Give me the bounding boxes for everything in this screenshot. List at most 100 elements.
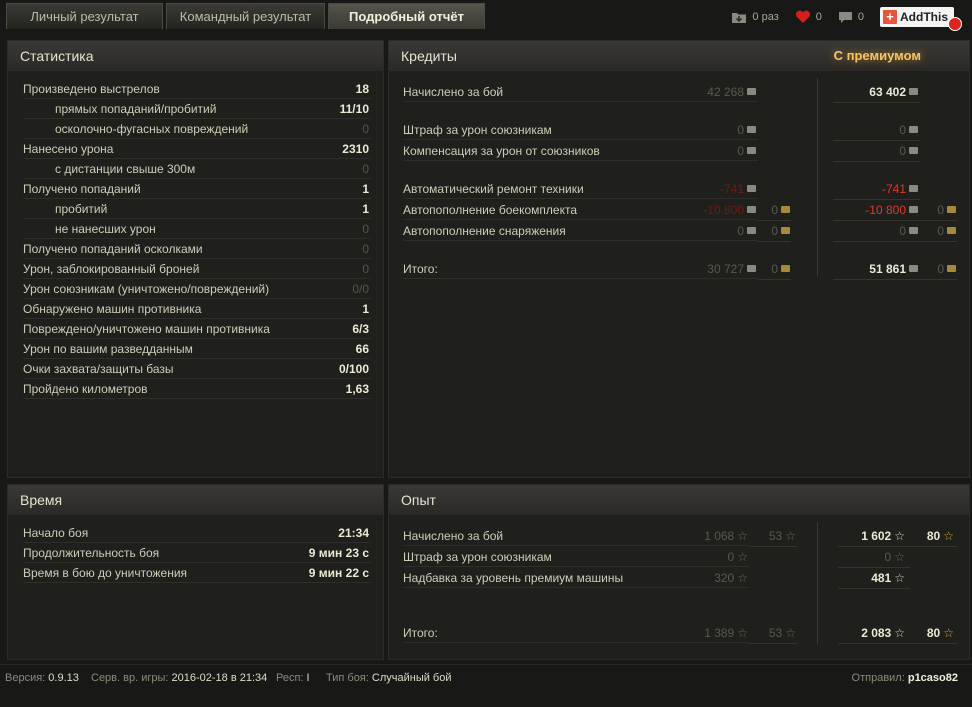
gold-amount: 0 [771, 262, 778, 276]
comment-icon [838, 11, 852, 23]
credit-premium-amount: 63 402 [869, 85, 906, 99]
stat-label: Урон, заблокированный броней [23, 262, 200, 276]
credit-icon [747, 88, 756, 95]
credit-label: Начислено за бой [403, 85, 504, 99]
gold-amount: 0 [937, 224, 944, 238]
xp-premium-free: 80 ☆ [900, 626, 954, 640]
credit-base-amount: -741 [719, 182, 744, 196]
sender-value[interactable]: p1caso82 [908, 672, 958, 684]
tab-detailed-report[interactable]: Подробный отчёт [328, 3, 485, 29]
addthis-button[interactable]: + AddThis [880, 7, 962, 31]
credit-base-gold: 0 [740, 224, 790, 238]
credit-premium-value: 0 [800, 144, 918, 158]
credit-base-value: 42 268 [640, 85, 756, 99]
like-counter[interactable]: 0 [795, 10, 822, 24]
stat-label: Нанесено урона [23, 142, 114, 156]
credit-row-line [833, 102, 920, 103]
credit-row-line [758, 279, 791, 280]
xp-label: Начислено за бой [403, 529, 504, 543]
xp-premium-value: 2 083 ☆ [800, 626, 905, 640]
xp-row-line [838, 567, 910, 568]
folder-icon [732, 12, 747, 23]
credit-premium-gold: 0 [906, 262, 956, 276]
xp-premium-value: 481 ☆ [800, 571, 905, 585]
stat-row: с дистанции свыше 300м 0 [23, 160, 371, 179]
credit-premium-gold: 0 [906, 224, 956, 238]
battle-type-value: Случайный бой [371, 672, 452, 684]
xp-base-amount: 1 068 [704, 529, 735, 543]
stat-label: Произведено выстрелов [23, 82, 160, 96]
stat-value: 0/100 [338, 362, 369, 376]
xp-row-line [910, 643, 957, 644]
credit-base-amount: -10 800 [703, 203, 744, 217]
credit-base-value: -10 800 [640, 203, 756, 217]
heart-icon [795, 10, 810, 23]
xp-premium-value: 1 602 ☆ [800, 529, 905, 543]
stat-value: 0/0 [352, 282, 369, 296]
credit-premium-gold: 0 [906, 203, 956, 217]
credit-icon [909, 147, 918, 154]
credit-row-line [833, 140, 920, 141]
credit-row-line [833, 199, 920, 200]
credit-premium-amount: 0 [899, 224, 906, 238]
credit-row-line [833, 279, 922, 280]
credit-icon [747, 185, 756, 192]
stat-value: 1,63 [345, 382, 369, 396]
credit-premium-value: 51 861 [800, 262, 918, 276]
free-xp-amount: 53 [768, 529, 783, 543]
stat-value: 0 [362, 222, 369, 236]
tab-personal-result[interactable]: Личный результат [6, 3, 163, 29]
download-counter[interactable]: 0 раз [731, 11, 779, 24]
credit-row-line [758, 241, 791, 242]
credit-premium-amount: 0 [899, 123, 906, 137]
credits-title: Кредиты [401, 48, 457, 64]
credit-row-line [922, 241, 957, 242]
gold-icon [781, 206, 790, 213]
credit-premium-value: 0 [800, 123, 918, 137]
stat-row: не нанесших урон 0 [23, 220, 371, 239]
credit-base-value: -741 [640, 182, 756, 196]
stat-label: Получено попаданий осколками [23, 242, 203, 256]
stat-row: Урон по вашим разведданным 66 [23, 340, 371, 359]
stat-row: Очки захвата/защиты базы 0/100 [23, 360, 371, 379]
xp-row-line [749, 546, 797, 547]
free-xp-amount: 80 [926, 529, 941, 543]
star-icon: ☆ [894, 571, 905, 585]
stat-row: осколочно-фугасных повреждений 0 [23, 120, 371, 139]
credit-icon [909, 185, 918, 192]
credit-premium-amount: 51 861 [869, 262, 906, 276]
tab-bar: Личный результат Командный результат Под… [0, 0, 972, 34]
footer: Версия: 0.9.13 Серв. вр. игры: 2016-02-1… [0, 664, 972, 707]
xp-label: Итого: [403, 626, 438, 640]
xp-base-free: 53 ☆ [740, 626, 796, 640]
stat-row: Получено попаданий 1 [23, 180, 371, 199]
xp-row-line [749, 643, 797, 644]
time-value: 9 мин 23 с [308, 546, 369, 560]
xp-row-line [838, 643, 910, 644]
xp-base-value: 0 ☆ [650, 550, 748, 564]
stat-label: Обнаружено машин противника [23, 302, 202, 316]
share-tools: 0 раз 0 0 + AddThis [721, 6, 962, 31]
tab-team-result[interactable]: Командный результат [166, 3, 325, 29]
stat-value: 66 [355, 342, 369, 356]
time-row: Время в бою до уничтожения 9 мин 22 с [23, 564, 371, 583]
credit-premium-amount: 0 [899, 144, 906, 158]
credits-divider [817, 78, 818, 276]
stat-value: 1 [362, 302, 369, 316]
credit-premium-amount: -741 [881, 182, 906, 196]
credit-row-line [833, 161, 920, 162]
share-badge-icon [948, 17, 962, 31]
experience-title: Опыт [389, 485, 969, 515]
comment-counter[interactable]: 0 [838, 11, 864, 24]
gold-icon [947, 227, 956, 234]
credit-icon [909, 88, 918, 95]
xp-base-value: 1 389 ☆ [650, 626, 748, 640]
stat-label: Урон по вашим разведданным [23, 342, 193, 356]
credits-header: Кредиты С премиумом [389, 41, 969, 71]
stat-label: Получено попаданий [23, 182, 141, 196]
credit-label: Автоматический ремонт техники [403, 182, 584, 196]
stat-value: 0 [362, 242, 369, 256]
star-icon: ☆ [737, 550, 748, 564]
stat-row: Нанесено урона 2310 [23, 140, 371, 159]
xp-base-value: 320 ☆ [650, 571, 748, 585]
